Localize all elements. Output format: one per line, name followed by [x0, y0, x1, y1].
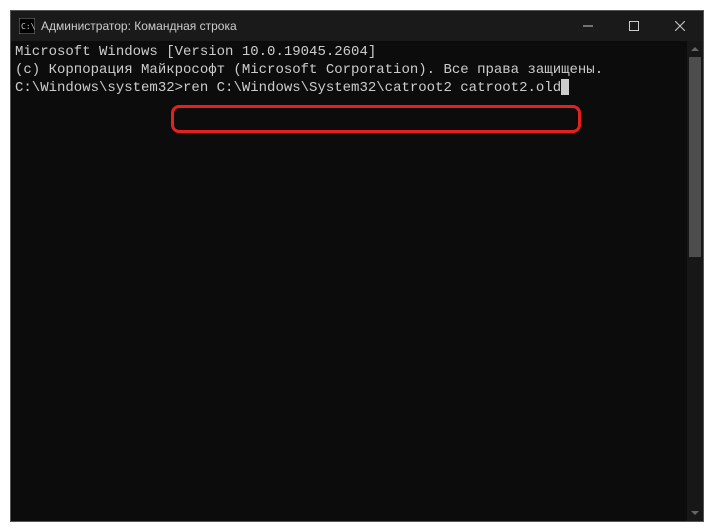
titlebar[interactable]: C:\ Администратор: Командная строка: [11, 11, 703, 41]
maximize-button[interactable]: [611, 11, 657, 41]
copyright-line: (c) Корпорация Майкрософт (Microsoft Cor…: [15, 61, 699, 79]
window-controls: [565, 11, 703, 41]
command-prompt-window: C:\ Администратор: Командная строка Micr…: [10, 10, 704, 522]
cmd-icon: C:\: [19, 18, 35, 34]
cursor: [561, 79, 569, 95]
version-line: Microsoft Windows [Version 10.0.19045.26…: [15, 43, 699, 61]
scroll-down-arrow-icon[interactable]: [687, 505, 703, 521]
command-text: ren C:\Windows\System32\catroot2 catroot…: [183, 79, 561, 97]
prompt-text: C:\Windows\system32>: [15, 79, 183, 97]
highlight-annotation: [171, 105, 581, 133]
terminal-area[interactable]: Microsoft Windows [Version 10.0.19045.26…: [11, 41, 703, 521]
vertical-scrollbar[interactable]: [687, 41, 703, 521]
window-title: Администратор: Командная строка: [41, 19, 565, 33]
svg-text:C:\: C:\: [21, 22, 35, 31]
scrollbar-thumb[interactable]: [689, 57, 701, 257]
close-button[interactable]: [657, 11, 703, 41]
scroll-up-arrow-icon[interactable]: [687, 41, 703, 57]
minimize-button[interactable]: [565, 11, 611, 41]
prompt-line: C:\Windows\system32>ren C:\Windows\Syste…: [15, 79, 699, 97]
